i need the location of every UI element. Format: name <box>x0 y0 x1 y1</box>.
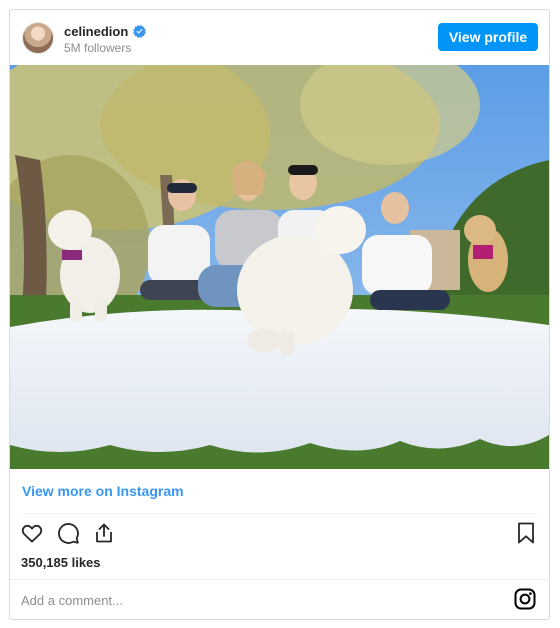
instagram-embed-card: celinedion 5M followers View profile Vie… <box>9 9 550 620</box>
divider <box>22 513 537 514</box>
post-image[interactable] <box>10 65 549 469</box>
bookmark-icon[interactable] <box>514 521 538 545</box>
share-icon[interactable] <box>92 521 116 545</box>
view-profile-button[interactable]: View profile <box>438 23 538 51</box>
username-row: celinedion <box>64 24 147 39</box>
post-photo <box>10 65 549 469</box>
verified-badge-icon <box>133 25 147 38</box>
avatar[interactable] <box>22 22 54 54</box>
followers-count: 5M followers <box>64 41 132 55</box>
divider <box>10 579 549 580</box>
add-comment-input[interactable]: Add a comment... <box>21 593 123 608</box>
post-header: celinedion 5M followers View profile <box>10 10 549 66</box>
comment-icon[interactable] <box>56 521 80 545</box>
instagram-logo-icon[interactable] <box>513 587 537 611</box>
username[interactable]: celinedion <box>64 24 128 39</box>
view-more-on-instagram-link[interactable]: View more on Instagram <box>22 483 184 499</box>
likes-count: 350,185 likes <box>21 555 101 570</box>
heart-icon[interactable] <box>20 521 44 545</box>
